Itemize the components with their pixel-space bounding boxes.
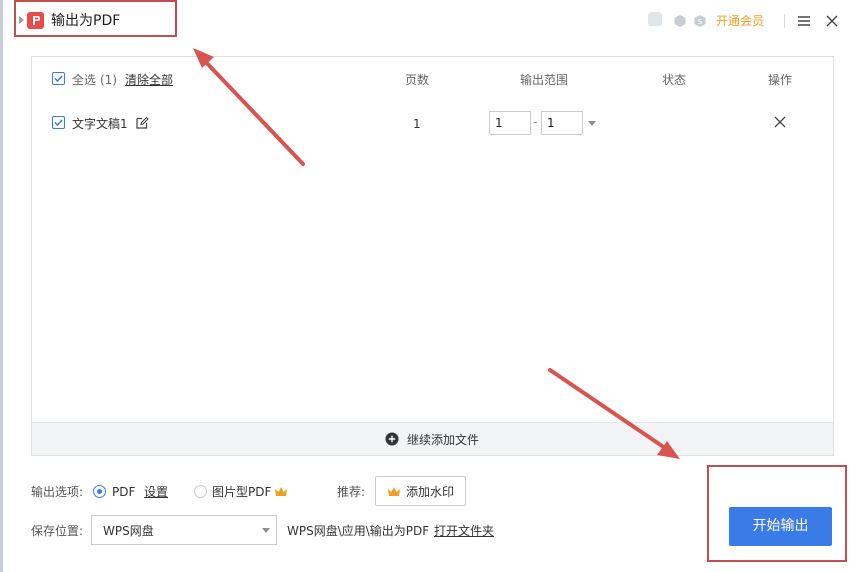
window-left-edge	[0, 0, 3, 572]
output-options-label: 输出选项:	[31, 485, 84, 499]
column-header-output-range: 输出范围	[520, 73, 569, 87]
file-page-count: 1	[413, 117, 421, 131]
close-icon[interactable]	[824, 13, 840, 29]
select-count: (1)	[100, 73, 117, 87]
svg-text:S: S	[698, 18, 703, 26]
edit-icon[interactable]	[135, 116, 149, 130]
user-avatar-icon[interactable]	[648, 12, 662, 26]
chevron-down-icon	[262, 528, 270, 533]
range-from-input[interactable]: 1	[489, 111, 531, 135]
save-location-label: 保存位置:	[31, 524, 84, 538]
watermark-crown-icon	[387, 486, 401, 497]
crown-icon	[274, 486, 288, 497]
image-pdf-radio[interactable]	[194, 485, 207, 498]
pdf-radio-label[interactable]: PDF	[112, 484, 135, 500]
plus-circle-icon	[385, 432, 399, 446]
toolbar-divider	[784, 14, 785, 28]
file-row-checkbox[interactable]	[52, 116, 65, 129]
recommend-label: 推荐:	[337, 485, 366, 499]
skin-icon[interactable]	[673, 14, 687, 28]
save-path-text: WPS网盘\应用\输出为PDF	[287, 524, 430, 538]
range-dropdown-icon[interactable]	[588, 121, 596, 126]
pdf-settings-link[interactable]: 设置	[144, 484, 168, 500]
title-highlight-box	[14, 0, 177, 37]
shield-icon[interactable]: S	[693, 14, 707, 28]
range-separator: -	[533, 115, 538, 129]
file-name: 文字文稿1	[72, 117, 128, 131]
add-watermark-label[interactable]: 添加水印	[406, 484, 454, 500]
file-list-panel	[31, 56, 834, 456]
column-header-actions: 操作	[768, 73, 793, 87]
select-all-label[interactable]: 全选	[72, 72, 96, 88]
start-button-highlight-box	[707, 465, 847, 562]
save-location-value: WPS网盘	[103, 524, 154, 538]
range-to-input[interactable]: 1	[541, 111, 583, 135]
remove-file-icon[interactable]	[773, 115, 787, 129]
menu-icon[interactable]	[796, 13, 812, 29]
open-vip-link[interactable]: 开通会员	[716, 13, 764, 29]
column-header-status: 状态	[662, 73, 687, 87]
add-more-files-label[interactable]: 继续添加文件	[407, 432, 479, 448]
select-all-checkbox[interactable]	[52, 72, 65, 85]
column-header-pages: 页数	[405, 73, 430, 87]
pdf-radio[interactable]	[93, 485, 106, 498]
open-folder-link[interactable]: 打开文件夹	[434, 523, 494, 539]
clear-all-link[interactable]: 清除全部	[125, 72, 173, 88]
image-pdf-label[interactable]: 图片型PDF	[212, 484, 271, 500]
